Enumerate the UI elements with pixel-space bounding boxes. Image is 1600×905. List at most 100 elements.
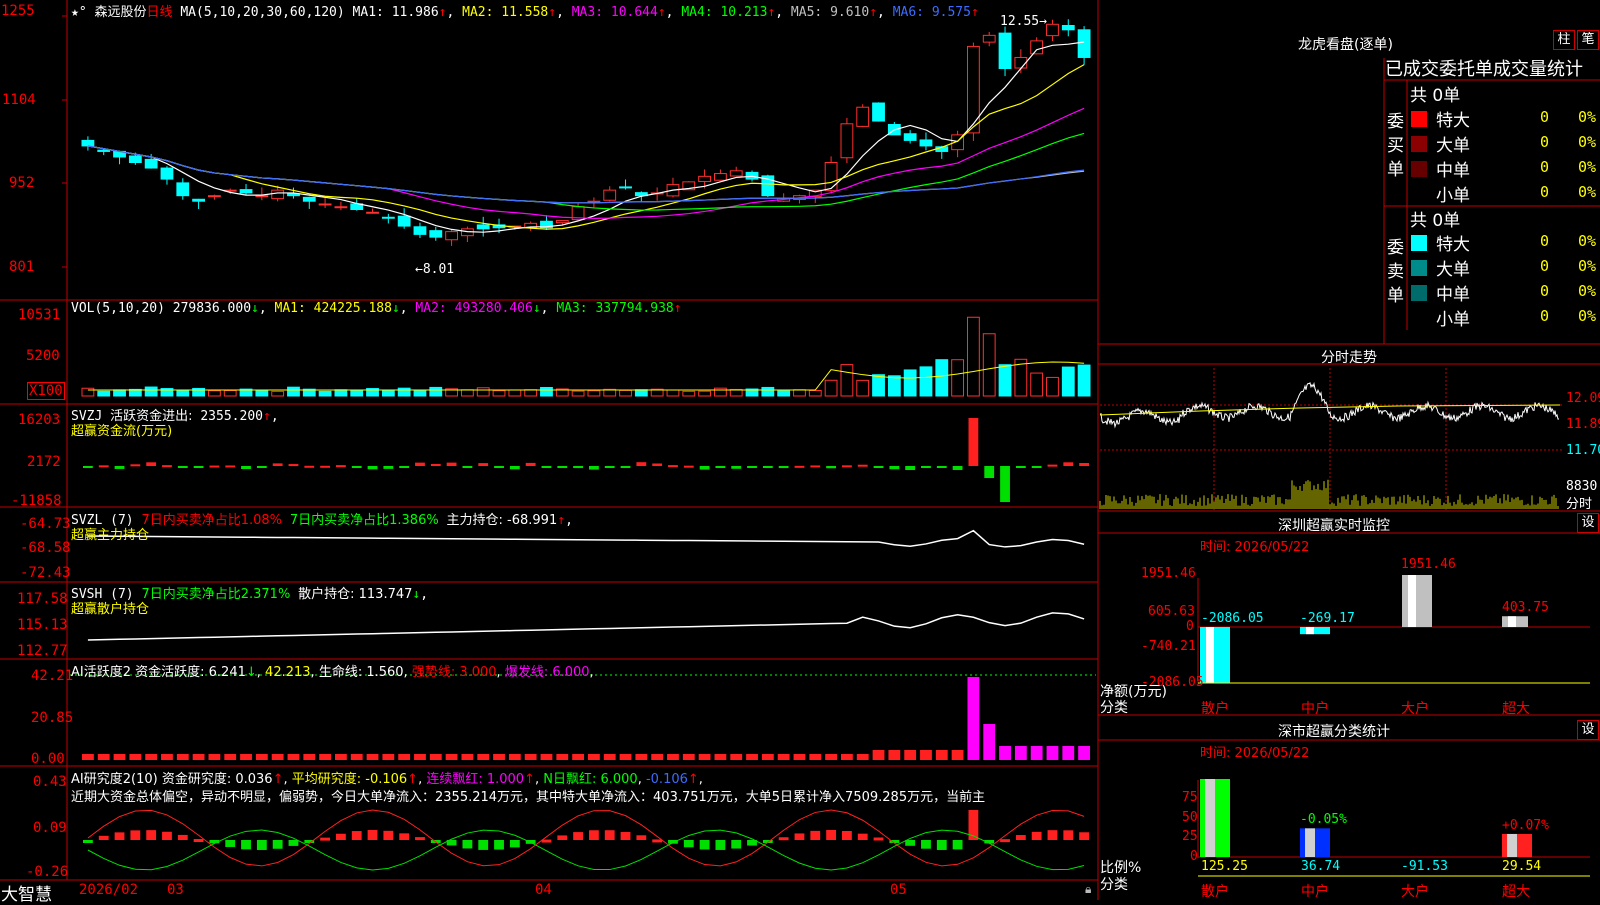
sell-row-swatch (1411, 310, 1427, 326)
svzj-bar (446, 462, 457, 466)
buy-orders-label: 委买单 (1387, 112, 1404, 180)
ai-research-bar (399, 833, 410, 840)
ai-active-bar (255, 754, 268, 760)
ai-active-bar (999, 746, 1011, 760)
volume-bar (461, 389, 474, 397)
column-button[interactable]: 柱 (1553, 30, 1575, 50)
candle-body (587, 200, 601, 203)
svzj-bar (557, 466, 568, 469)
vol-value: 279836.000 (172, 301, 252, 316)
ai-active-bar (809, 754, 822, 760)
vol-y-tick: 10531 (18, 307, 61, 323)
sell-row-name: 中单 (1436, 285, 1470, 305)
moving-averages (87, 41, 1085, 233)
ai-active-bar (429, 754, 442, 760)
ai-research-bars (83, 809, 1089, 871)
sz-monitor-settings-button[interactable]: 设 (1577, 513, 1599, 533)
ai-active-bar (746, 754, 758, 760)
intraday-chart (1099, 368, 1562, 510)
cls-title: 深市超赢分类统计 (1278, 724, 1390, 740)
sell-row-name: 特大 (1436, 235, 1470, 255)
svzj-bar (241, 466, 251, 470)
period-label[interactable]: 日线 (147, 5, 173, 20)
star-icon[interactable]: ★ (71, 5, 79, 20)
ai-research-bar (146, 830, 157, 840)
svzj-bar (873, 466, 884, 468)
candle-body (429, 230, 443, 238)
buy-row-swatch (1411, 186, 1427, 202)
ai-research-bar (873, 837, 884, 841)
buy-row-swatch (1411, 111, 1427, 127)
lock-icon[interactable]: 🔒︎ (1085, 882, 1091, 897)
candle-body (872, 102, 885, 122)
ai-active-bar (461, 754, 474, 760)
ai-research-bar (683, 840, 694, 848)
app-logo[interactable]: 大智慧 (1, 880, 52, 905)
cls-value-label: 29.54 (1502, 859, 1542, 874)
tick-button[interactable]: 笔 (1577, 30, 1599, 50)
candle-body (239, 189, 253, 194)
ma3-value: 10.644 (610, 5, 658, 20)
candle-body (698, 175, 711, 182)
ai-active-bar (651, 754, 664, 760)
ai-active-bar (730, 754, 743, 760)
volume-bar (350, 390, 364, 397)
svzj-bar (984, 466, 995, 478)
vol-ma1: 424225.188 (313, 301, 392, 316)
low-label: ←8.01 (415, 262, 455, 277)
svzj-bar (114, 466, 125, 469)
intraday-x-label: 分时 (1566, 497, 1593, 512)
svzj-bar (731, 466, 742, 469)
svsh-t1: 7日内买卖净占比2.371% (141, 587, 291, 602)
ai-active-title: AI活跃度2 (71, 665, 131, 680)
x-axis-label: 04 (535, 882, 552, 898)
ai-active-bar (287, 754, 300, 760)
volume-bar (397, 387, 411, 397)
ai-research-bar (652, 839, 663, 843)
ai-active-bar (793, 754, 806, 760)
intraday-price-tick: 11.70 (1566, 443, 1600, 458)
svzj-bar (367, 466, 378, 470)
sell-row-swatch (1411, 260, 1427, 276)
volume-bars (81, 316, 1091, 397)
ma2-line (87, 64, 1085, 230)
candle-body (302, 196, 316, 202)
main-header: ★° 森远股份日线 MA(5,10,20,30,60,120) MA1: 11.… (71, 5, 979, 20)
cls-settings-button[interactable]: 设 (1577, 720, 1599, 740)
sell-total: 共 0单 (1410, 211, 1461, 231)
ai-active-bar (382, 754, 395, 760)
buy-row-count: 0 (1540, 133, 1550, 151)
sz-y-tick: -740.21 (1141, 639, 1196, 654)
sell-row-pct: 0% (1578, 307, 1597, 325)
ai-active-bar (1014, 746, 1027, 760)
svzj-bar (778, 466, 789, 469)
svzj-bar (652, 463, 663, 466)
ai-research-bar (636, 835, 647, 840)
sz-category: 超大 (1502, 701, 1530, 717)
candle-body (714, 173, 727, 181)
candle-body (381, 216, 395, 219)
buy-row-name: 特大 (1436, 111, 1470, 131)
stock-name[interactable]: 森远股份 (94, 5, 146, 20)
svzj-bar (256, 466, 267, 468)
volume-bar (81, 387, 95, 397)
svzj-bar (83, 466, 93, 468)
ai-active-bar (129, 754, 142, 760)
ai-research-bar (415, 837, 425, 841)
ai-active-bar (1030, 746, 1043, 760)
order-stat-tabs[interactable]: 已成交委托单成交量统计 (1385, 55, 1583, 81)
svzj-bar (383, 466, 394, 469)
candle-body (271, 189, 285, 200)
volume-bar (318, 390, 332, 397)
chart-canvas[interactable] (0, 0, 1600, 900)
cls-pct-label: +0.07% (1502, 818, 1549, 833)
volume-bar (619, 389, 632, 397)
cls-pct-label: -0.05% (1300, 812, 1347, 827)
ai-active-bar (920, 750, 932, 760)
volume-bar (887, 375, 901, 397)
ai-research-bar (351, 831, 362, 840)
y-tick-801: 801 (9, 259, 35, 275)
ma4-value: 10.213 (720, 5, 768, 20)
svzj-bar (193, 466, 204, 468)
ai-research-bar (604, 830, 615, 840)
